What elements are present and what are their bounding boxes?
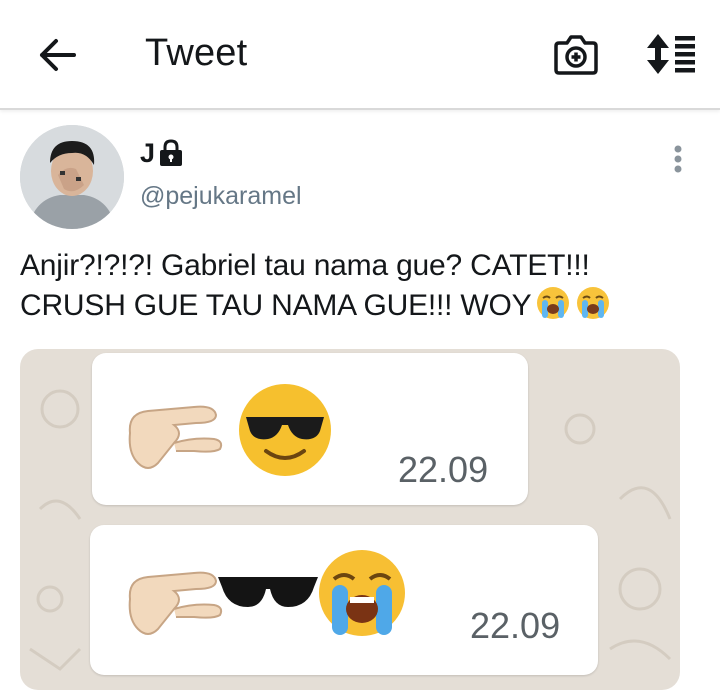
- message-time: 22.09: [470, 605, 561, 646]
- loudly-crying-face-icon: [535, 285, 571, 321]
- pinching-hand-icon: [124, 393, 234, 480]
- lock-icon: [159, 139, 183, 167]
- loudly-crying-face-icon: [575, 285, 611, 321]
- smiling-face-with-sunglasses-icon: [236, 381, 334, 484]
- author-row[interactable]: J: [140, 136, 183, 170]
- sunglasses-icon: [216, 567, 320, 620]
- tweet-media-image[interactable]: 22.09 22.09: [20, 349, 680, 690]
- author-name[interactable]: J: [140, 138, 155, 169]
- tweet-body: Anjir?!?!?! Gabriel tau nama gue? CATET!…: [20, 249, 590, 322]
- vertical-dots-icon[interactable]: [668, 145, 688, 175]
- sort-icon[interactable]: [645, 32, 697, 76]
- back-arrow-icon[interactable]: [36, 34, 78, 76]
- top-app-bar: Tweet: [0, 0, 720, 110]
- page-title: Tweet: [145, 32, 248, 74]
- avatar[interactable]: [20, 125, 124, 229]
- camera-plus-icon[interactable]: [553, 32, 599, 76]
- message-time: 22.09: [398, 449, 489, 490]
- author-handle[interactable]: @pejukaramel: [140, 182, 302, 211]
- tweet-text: Anjir?!?!?! Gabriel tau nama gue? CATET!…: [20, 246, 700, 325]
- loudly-crying-face-icon: [316, 547, 408, 644]
